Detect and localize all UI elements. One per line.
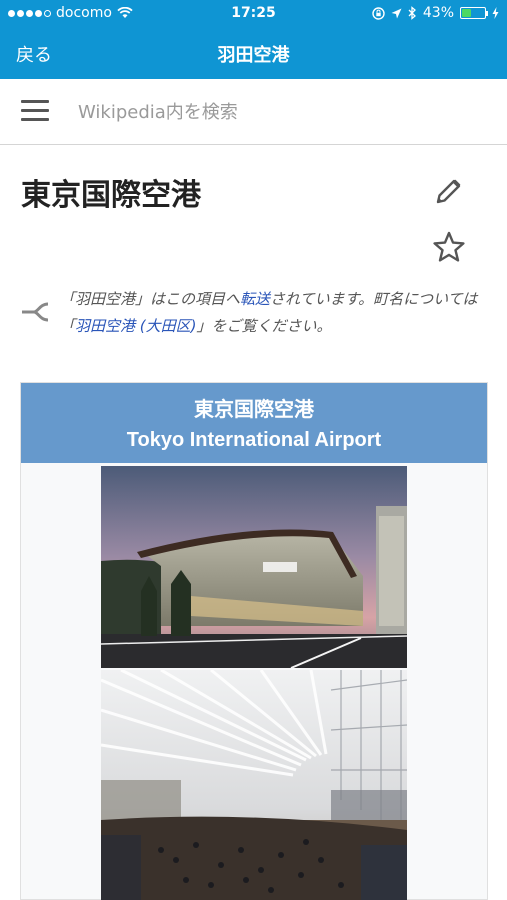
watchlist-star-icon[interactable] bbox=[432, 230, 466, 264]
search-bar bbox=[0, 79, 507, 145]
page-title: 東京国際空港 bbox=[21, 178, 201, 213]
infobox: 東京国際空港 Tokyo International Airport bbox=[20, 382, 488, 900]
location-icon bbox=[391, 8, 402, 18]
redirect-icon bbox=[22, 302, 49, 322]
redirect-link[interactable]: 転送 bbox=[240, 290, 270, 308]
navigation-bar: 戻る 羽田空港 bbox=[0, 28, 507, 79]
edit-pencil-icon[interactable] bbox=[433, 175, 465, 207]
infobox-title-jp: 東京国際空港 bbox=[194, 397, 314, 421]
status-bar: docomo 17:25 43% bbox=[0, 0, 507, 28]
menu-icon[interactable] bbox=[21, 100, 49, 122]
battery-icon bbox=[460, 7, 488, 19]
haneda-town-link[interactable]: 羽田空港 (大田区) bbox=[75, 317, 196, 335]
hatnote-part1: 「羽田空港」はこの項目へ bbox=[60, 290, 241, 308]
nav-title: 羽田空港 bbox=[217, 45, 290, 66]
terminal-interior-image[interactable] bbox=[101, 670, 407, 900]
app-header: docomo 17:25 43% 戻る 羽田空港 bbox=[0, 0, 507, 79]
terminal-exterior-image[interactable] bbox=[101, 466, 407, 668]
screen-lock-icon bbox=[372, 6, 385, 20]
hatnote-part3: 」をご覧ください。 bbox=[196, 317, 332, 335]
infobox-title-en: Tokyo International Airport bbox=[126, 429, 382, 451]
hatnote-text: 「羽田空港」はこの項目へ転送されています。町名については「羽田空港 (大田区)」… bbox=[60, 286, 490, 340]
infobox-header: 東京国際空港 Tokyo International Airport bbox=[21, 383, 487, 463]
status-right: 43% bbox=[372, 5, 499, 21]
charging-icon bbox=[492, 7, 499, 19]
bluetooth-icon bbox=[408, 6, 416, 20]
battery-percent: 43% bbox=[422, 5, 454, 21]
search-input[interactable] bbox=[78, 97, 478, 127]
